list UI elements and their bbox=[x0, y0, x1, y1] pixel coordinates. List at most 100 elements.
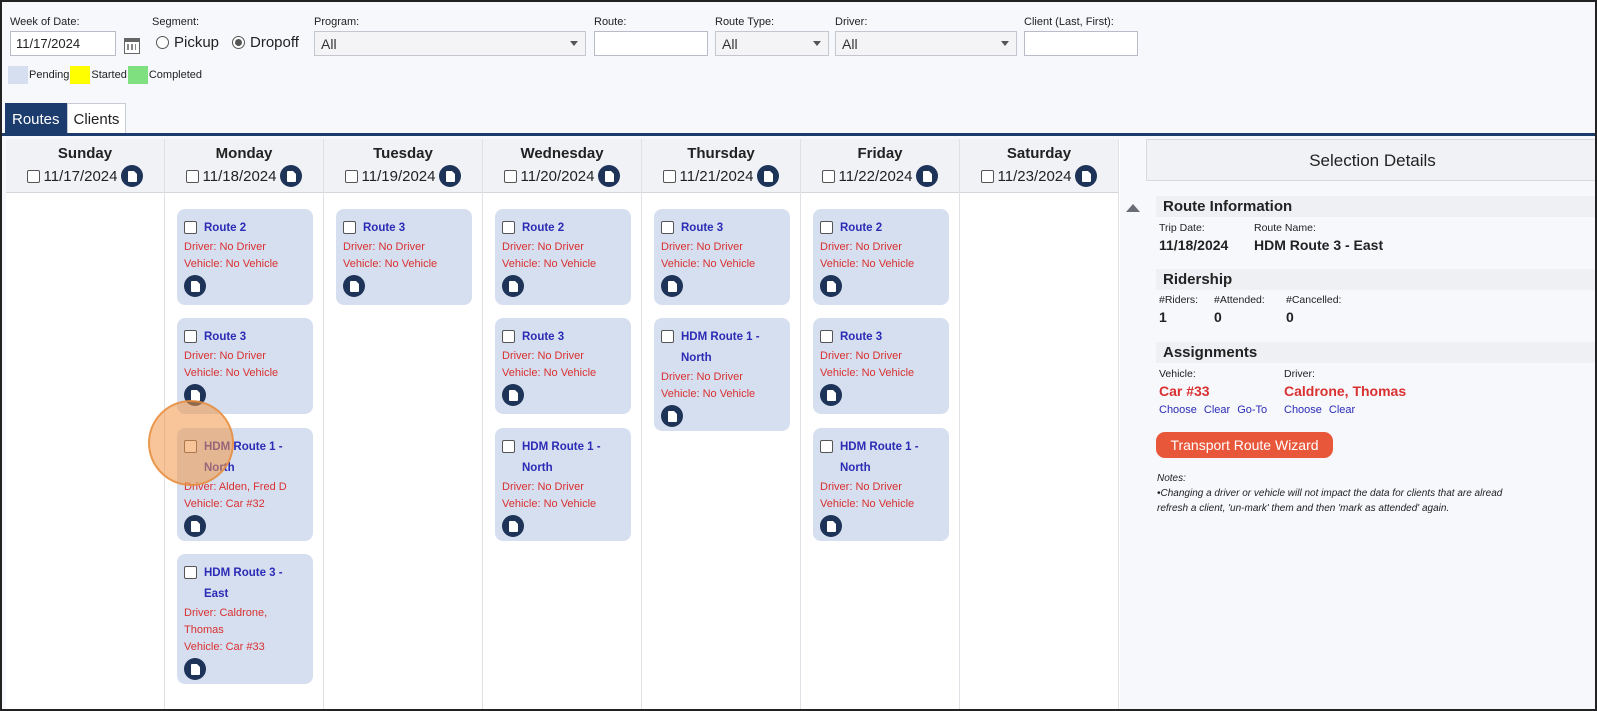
week-calendar: Sunday 11/17/2024 Monday 11/18/2024 Rout… bbox=[6, 139, 1120, 709]
route-checkbox[interactable] bbox=[184, 221, 197, 234]
route-card[interactable]: HDM Route 3 - East Driver: Caldrone, Tho… bbox=[177, 554, 313, 684]
route-checkbox[interactable] bbox=[184, 566, 197, 579]
document-icon[interactable] bbox=[916, 165, 939, 187]
week-of-date-input[interactable]: 11/17/2024 bbox=[10, 31, 116, 56]
vehicle-goto-link[interactable]: Go-To bbox=[1237, 404, 1267, 416]
document-icon[interactable] bbox=[757, 165, 780, 187]
document-icon[interactable] bbox=[598, 165, 621, 187]
week-of-date-group: Week of Date: 11/17/2024 bbox=[10, 16, 116, 56]
document-icon[interactable] bbox=[121, 165, 144, 187]
route-name[interactable]: Route 2 bbox=[840, 218, 882, 239]
day-select-checkbox[interactable] bbox=[503, 169, 517, 183]
calendar-icon[interactable] bbox=[124, 38, 140, 54]
route-card[interactable]: Route 2 Driver: No Driver Vehicle: No Ve… bbox=[495, 209, 631, 305]
route-card[interactable]: Route 3 Driver: No Driver Vehicle: No Ve… bbox=[813, 318, 949, 414]
document-icon[interactable] bbox=[502, 515, 524, 537]
program-select[interactable]: All bbox=[314, 31, 586, 56]
driver-choose-link[interactable]: Choose bbox=[1284, 404, 1322, 416]
route-card[interactable]: HDM Route 1 - North Driver: No Driver Ve… bbox=[654, 318, 790, 431]
document-icon[interactable] bbox=[184, 658, 206, 680]
assignments-heading: Assignments bbox=[1156, 342, 1595, 363]
route-checkbox[interactable] bbox=[820, 330, 833, 343]
document-icon[interactable] bbox=[1075, 165, 1098, 187]
tab-routes[interactable]: Routes bbox=[5, 103, 67, 133]
route-checkbox[interactable] bbox=[661, 330, 674, 343]
route-card[interactable]: Route 3 Driver: No Driver Vehicle: No Ve… bbox=[495, 318, 631, 414]
route-type-select[interactable]: All bbox=[715, 31, 829, 56]
route-checkbox[interactable] bbox=[502, 440, 515, 453]
route-name[interactable]: HDM Route 1 - North bbox=[522, 437, 625, 479]
day-select-checkbox[interactable] bbox=[185, 169, 199, 183]
route-card[interactable]: HDM Route 1 - North Driver: No Driver Ve… bbox=[495, 428, 631, 541]
route-name[interactable]: Route 3 bbox=[522, 327, 564, 348]
document-icon[interactable] bbox=[820, 515, 842, 537]
document-icon[interactable] bbox=[343, 275, 365, 297]
route-name[interactable]: Route 2 bbox=[204, 218, 246, 239]
route-name[interactable]: HDM Route 1 - North bbox=[840, 437, 943, 479]
route-driver: Driver: No Driver bbox=[502, 241, 584, 253]
day-select-checkbox[interactable] bbox=[980, 169, 994, 183]
segment-dropoff-option[interactable]: Dropoff bbox=[232, 34, 299, 51]
document-icon[interactable] bbox=[184, 515, 206, 537]
route-card[interactable]: Route 3 Driver: No Driver Vehicle: No Ve… bbox=[177, 318, 313, 414]
dropoff-radio[interactable] bbox=[232, 36, 245, 49]
document-icon[interactable] bbox=[820, 384, 842, 406]
route-driver: Driver: No Driver bbox=[820, 350, 902, 362]
document-icon[interactable] bbox=[502, 384, 524, 406]
segment-pickup-option[interactable]: Pickup bbox=[156, 34, 219, 51]
driver-clear-link[interactable]: Clear bbox=[1329, 404, 1355, 416]
route-card[interactable]: Route 2 Driver: No Driver Vehicle: No Ve… bbox=[177, 209, 313, 305]
driver-select[interactable]: All bbox=[835, 31, 1017, 56]
route-name[interactable]: HDM Route 3 - East bbox=[204, 563, 307, 605]
route-card[interactable]: HDM Route 1 - North Driver: No Driver Ve… bbox=[813, 428, 949, 541]
route-checkbox[interactable] bbox=[343, 221, 356, 234]
pickup-radio[interactable] bbox=[156, 36, 169, 49]
day-select-checkbox[interactable] bbox=[662, 169, 676, 183]
route-card[interactable]: HDM Route 1 - North Driver: Alden, Fred … bbox=[177, 428, 313, 541]
route-checkbox[interactable] bbox=[184, 330, 197, 343]
route-name[interactable]: Route 3 bbox=[363, 218, 405, 239]
client-input[interactable] bbox=[1024, 31, 1138, 56]
document-icon[interactable] bbox=[820, 275, 842, 297]
route-input[interactable] bbox=[594, 31, 708, 56]
program-select-value: All bbox=[321, 36, 337, 52]
route-name[interactable]: HDM Route 1 - North bbox=[204, 437, 307, 479]
vehicle-choose-link[interactable]: Choose bbox=[1159, 404, 1197, 416]
vehicle-clear-link[interactable]: Clear bbox=[1204, 404, 1230, 416]
route-name[interactable]: Route 3 bbox=[204, 327, 246, 348]
day-date: 11/18/2024 bbox=[202, 167, 277, 185]
document-icon[interactable] bbox=[184, 275, 206, 297]
day-select-checkbox[interactable] bbox=[344, 169, 358, 183]
route-checkbox[interactable] bbox=[502, 221, 515, 234]
document-icon[interactable] bbox=[502, 275, 524, 297]
vehicle-label: Vehicle: bbox=[1159, 368, 1196, 380]
day-select-checkbox[interactable] bbox=[26, 169, 40, 183]
route-checkbox[interactable] bbox=[820, 221, 833, 234]
day-header: Thursday 11/21/2024 bbox=[642, 139, 800, 193]
route-name[interactable]: HDM Route 1 - North bbox=[681, 327, 784, 369]
route-card[interactable]: Route 2 Driver: No Driver Vehicle: No Ve… bbox=[813, 209, 949, 305]
route-name[interactable]: Route 3 bbox=[840, 327, 882, 348]
route-checkbox[interactable] bbox=[184, 440, 197, 453]
scroll-up-arrow-icon[interactable] bbox=[1126, 204, 1140, 212]
route-card[interactable]: Route 3 Driver: No Driver Vehicle: No Ve… bbox=[336, 209, 472, 305]
tab-clients[interactable]: Clients bbox=[66, 103, 127, 133]
route-checkbox[interactable] bbox=[661, 221, 674, 234]
route-card[interactable]: Route 3 Driver: No Driver Vehicle: No Ve… bbox=[654, 209, 790, 305]
selection-details-title: Selection Details bbox=[1146, 139, 1595, 181]
document-icon[interactable] bbox=[439, 165, 462, 187]
day-select-checkbox[interactable] bbox=[821, 169, 835, 183]
transport-route-wizard-button[interactable]: Transport Route Wizard bbox=[1156, 432, 1333, 458]
route-name[interactable]: Route 3 bbox=[681, 218, 723, 239]
document-icon[interactable] bbox=[184, 384, 206, 406]
document-icon[interactable] bbox=[661, 405, 683, 427]
route-checkbox[interactable] bbox=[820, 440, 833, 453]
route-checkbox[interactable] bbox=[502, 330, 515, 343]
day-header: Monday 11/18/2024 bbox=[165, 139, 323, 193]
document-icon[interactable] bbox=[661, 275, 683, 297]
trip-date-label: Trip Date: bbox=[1159, 222, 1205, 234]
driver-field: Driver: Caldrone, Thomas bbox=[1284, 368, 1406, 399]
route-name[interactable]: Route 2 bbox=[522, 218, 564, 239]
document-icon[interactable] bbox=[280, 165, 303, 187]
riders-label: #Riders: bbox=[1159, 294, 1199, 306]
